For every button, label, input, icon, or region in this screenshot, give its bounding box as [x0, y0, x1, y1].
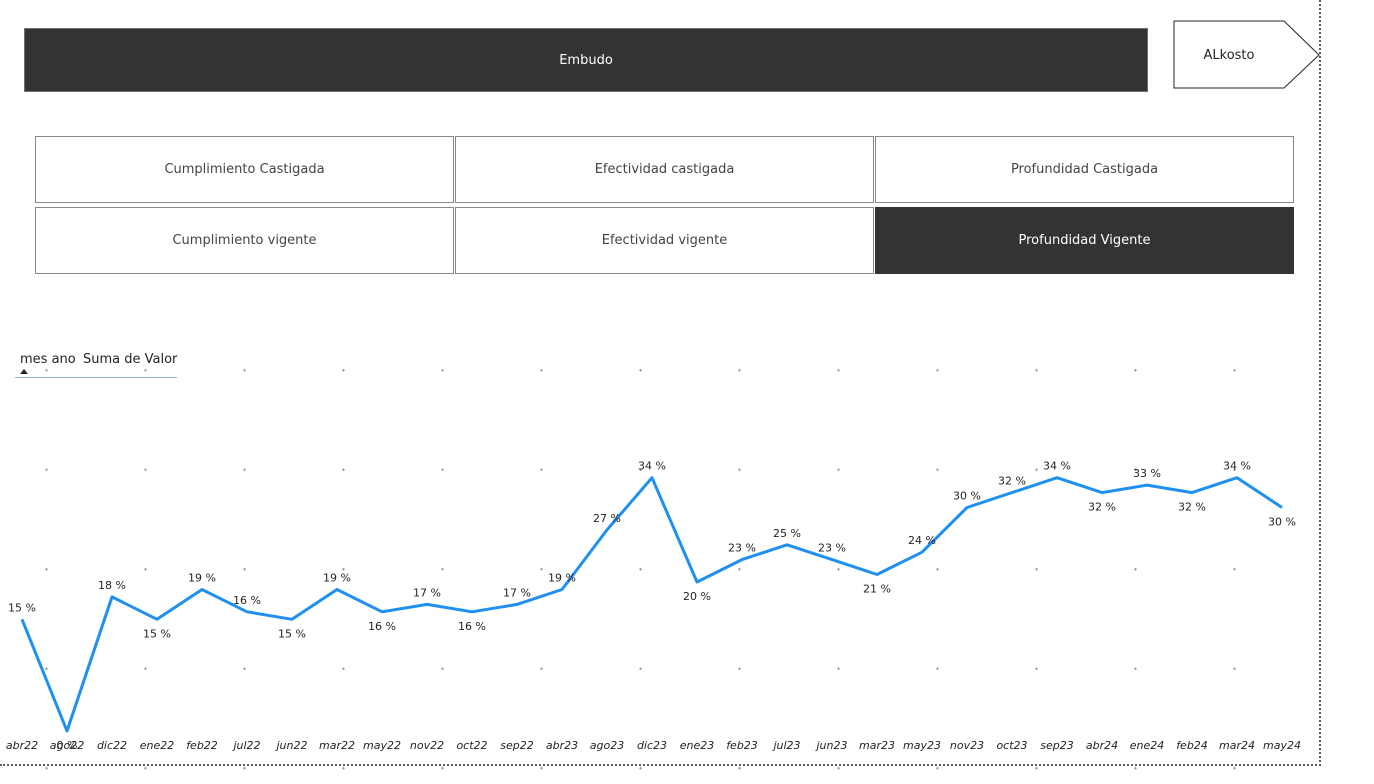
- x-axis-tick-label: nov23: [950, 739, 984, 752]
- report-canvas: Embudo ALkosto Cumplimiento Castigada Ef…: [0, 0, 1374, 784]
- x-axis-tick-label: sep23: [1040, 739, 1073, 752]
- data-label: 30 %: [953, 490, 981, 503]
- data-label: 32 %: [998, 475, 1026, 488]
- data-label: 19 %: [188, 572, 216, 585]
- x-axis-tick-label: dic23: [637, 739, 667, 752]
- x-axis-tick-label: mar22: [319, 739, 355, 752]
- data-label: 15 %: [278, 627, 306, 640]
- data-label: 34 %: [1223, 460, 1251, 473]
- data-label: 30 %: [1268, 516, 1296, 529]
- data-label: 27 %: [593, 512, 621, 525]
- x-axis-tick-label: jul23: [771, 739, 800, 752]
- data-label: 17 %: [503, 586, 531, 599]
- x-axis-tick-label: ago23: [590, 739, 624, 752]
- data-label: 15 %: [8, 601, 36, 614]
- x-axis-tick-label: ene23: [680, 739, 715, 752]
- x-axis-tick-label: jun22: [275, 739, 308, 752]
- x-axis-tick-label: sep22: [500, 739, 533, 752]
- x-axis-tick-label: abr23: [546, 739, 578, 752]
- data-label: 16 %: [368, 620, 396, 633]
- data-label: 20 %: [683, 590, 711, 603]
- series-line[interactable]: [20, 476, 1283, 733]
- x-axis-tick-label: dic22: [97, 739, 127, 752]
- x-axis-tick-label: may23: [903, 739, 941, 752]
- data-label: 16 %: [233, 594, 261, 607]
- data-label: 32 %: [1088, 501, 1116, 514]
- data-label: 23 %: [818, 542, 846, 555]
- data-label: 23 %: [728, 542, 756, 555]
- data-label: 15 %: [143, 627, 171, 640]
- line-chart: 15 %0 %18 %15 %19 %16 %15 %19 %16 %17 %1…: [6, 460, 1301, 752]
- data-label: 32 %: [1178, 501, 1206, 514]
- x-axis-tick-label: ene22: [140, 739, 175, 752]
- data-label: 16 %: [458, 620, 486, 633]
- data-label: 34 %: [1043, 460, 1071, 473]
- x-axis-tick-label: may24: [1263, 739, 1301, 752]
- data-label: 19 %: [548, 572, 576, 585]
- data-label: 17 %: [413, 586, 441, 599]
- x-axis-tick-label: ene24: [1130, 739, 1165, 752]
- x-axis-tick-label: jun23: [815, 739, 848, 752]
- x-axis-tick-label: jul22: [231, 739, 260, 752]
- x-axis-tick-label: mar24: [1219, 739, 1255, 752]
- x-axis-tick-label: feb24: [1176, 739, 1208, 752]
- x-axis-tick-label: may22: [363, 739, 401, 752]
- data-label: 33 %: [1133, 467, 1161, 480]
- x-axis-tick-label: mar23: [859, 739, 895, 752]
- x-axis-tick-label: abr24: [1086, 739, 1118, 752]
- x-axis-tick-label: feb22: [186, 739, 218, 752]
- data-label: 21 %: [863, 583, 891, 596]
- x-axis-tick-label: abr22: [6, 739, 38, 752]
- data-label: 25 %: [773, 527, 801, 540]
- x-axis-tick-label: oct22: [456, 739, 487, 752]
- x-axis-tick-label: feb23: [726, 739, 758, 752]
- x-axis-tick-label: nov22: [410, 739, 444, 752]
- data-label: 24 %: [908, 534, 936, 547]
- data-label: 19 %: [323, 572, 351, 585]
- data-label: 34 %: [638, 460, 666, 473]
- data-label: 18 %: [98, 579, 126, 592]
- x-axis-tick-label: ago22: [50, 739, 84, 752]
- x-axis-tick-label: oct23: [996, 739, 1027, 752]
